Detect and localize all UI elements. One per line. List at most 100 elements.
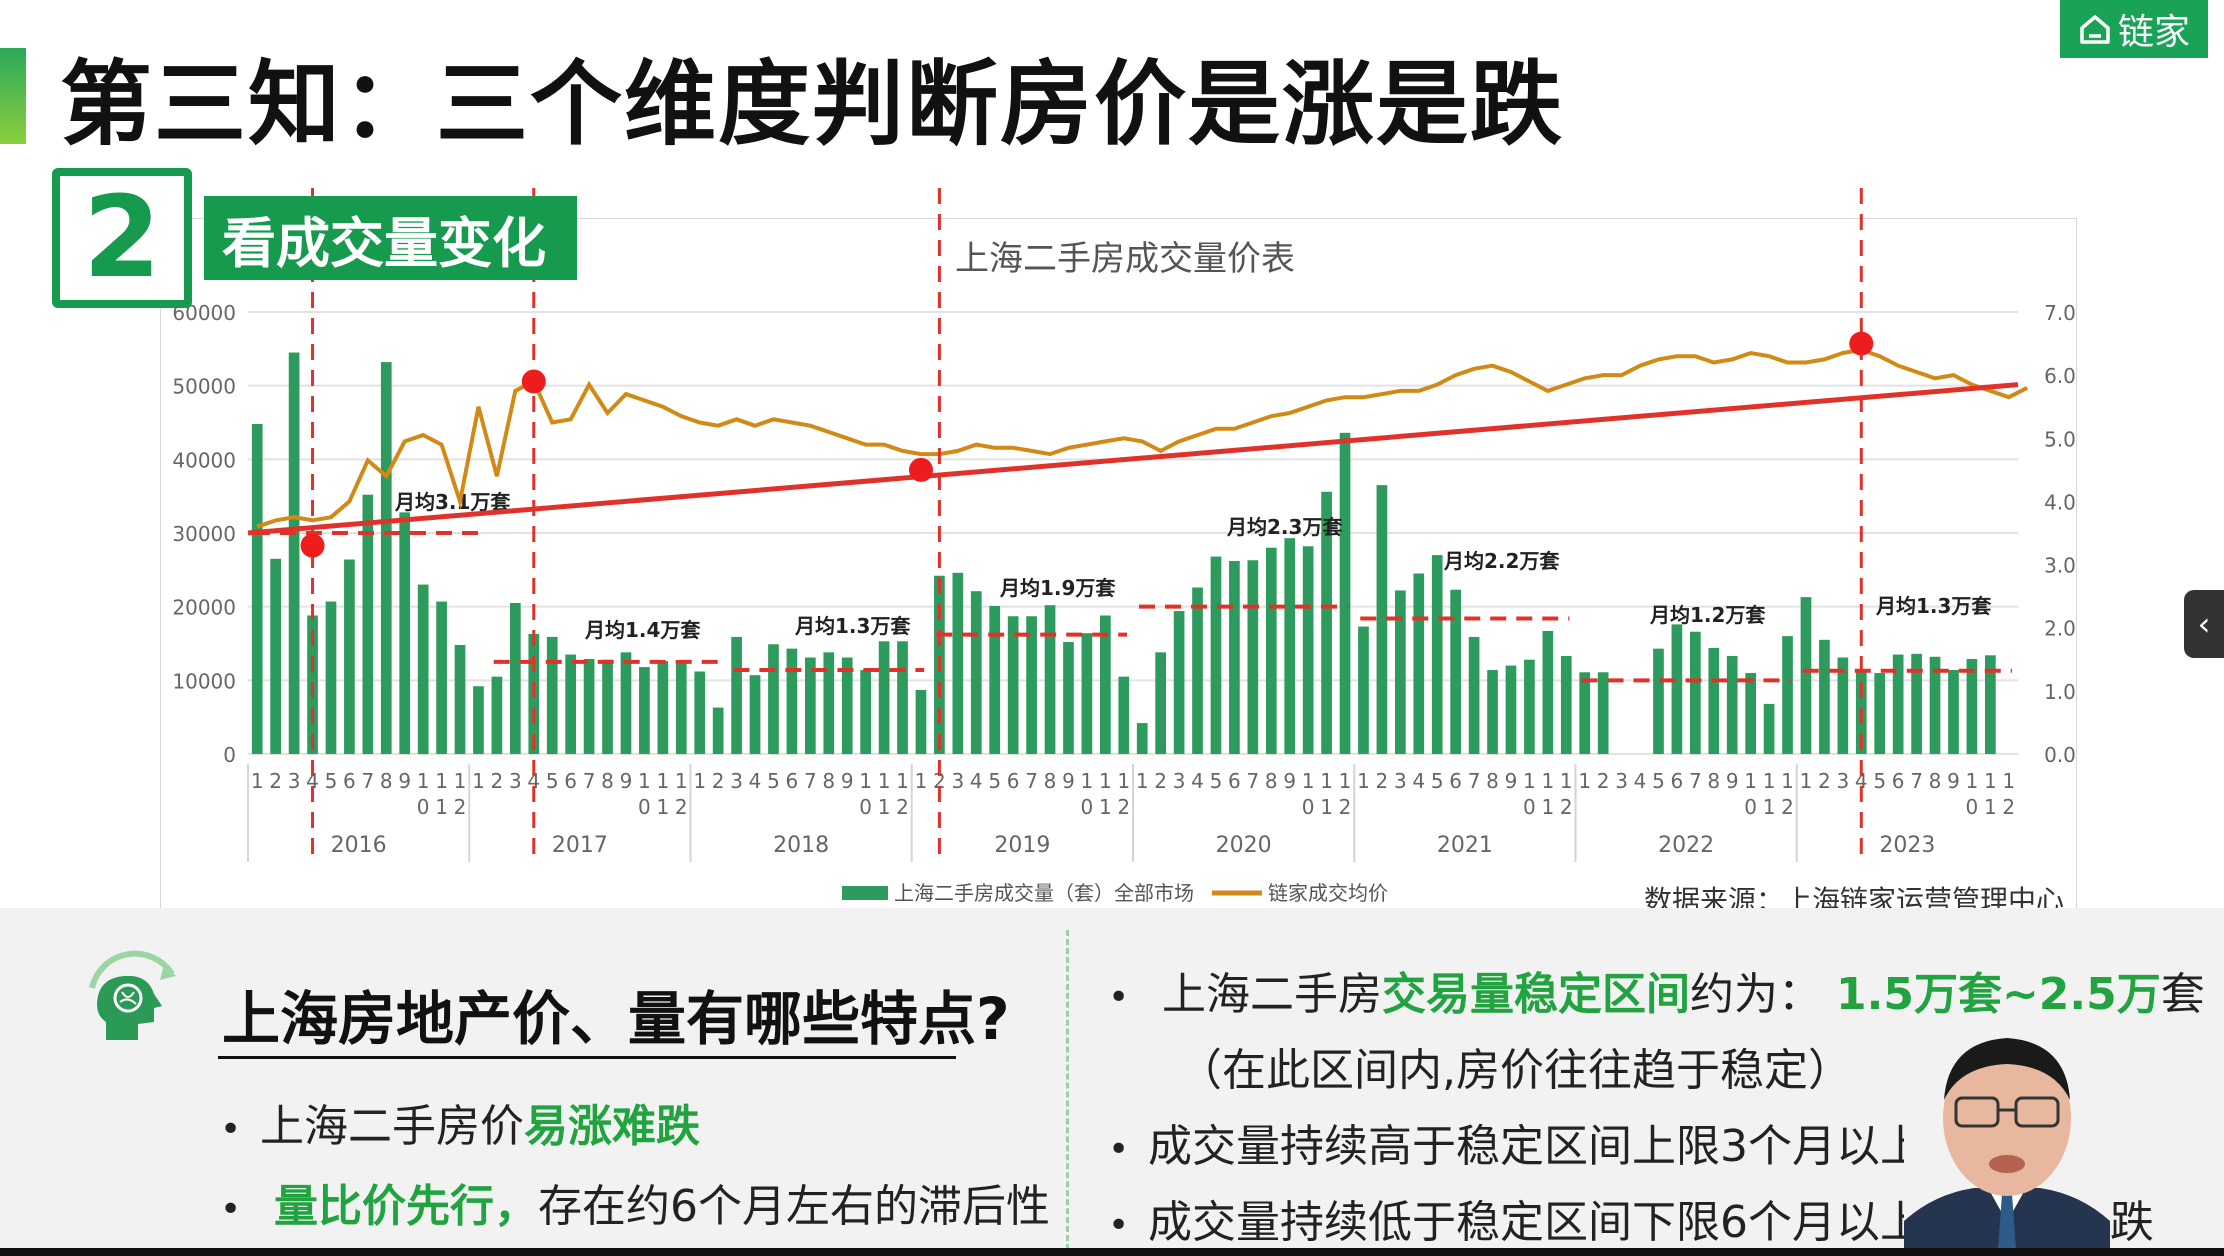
volume-bar [897,641,908,754]
monthly-average-label: 月均1.4万套 [584,618,700,642]
volume-bar [546,636,558,754]
x-month-label: 8 [1707,769,1720,793]
volume-bar [860,670,872,754]
volume-bar [1284,538,1296,754]
volume-bar [1247,560,1259,754]
left-bullet-2: • 量比价先行，存在约6个月左右的滞后性 [220,1181,1050,1232]
x-month-label: 2 [1818,769,1831,793]
presenter-webcam [1904,1016,2110,1256]
volume-bar [1413,573,1425,754]
volume-bar [1671,624,1683,754]
brain-head-icon [89,950,176,1040]
left-bullet-1: • 上海二手房价易涨难跌 [220,1101,700,1152]
volume-bar [1708,647,1720,754]
x-month-label: 1 [1320,795,1333,819]
x-month-label: 1 [1541,769,1554,793]
x-month-label: 1 [915,769,928,793]
x-month-label: 6 [1671,769,1684,793]
x-month-label: 9 [1726,769,1739,793]
y-right-tick-label: 5.0 [2044,427,2076,451]
x-month-label: 3 [288,769,301,793]
x-year-label: 2019 [994,833,1050,858]
x-month-label: 1 [1984,795,1997,819]
y-left-tick-label: 40000 [172,448,236,472]
volume-bar [602,659,613,754]
volume-bar [270,558,282,754]
volume-bar [731,636,742,754]
monthly-average-label: 月均1.3万套 [1875,594,1991,618]
volume-bar [1948,670,1959,754]
x-month-label: 7 [1025,769,1038,793]
x-month-label: 2 [454,795,467,819]
volume-bar [1229,560,1240,754]
volume-bar [1450,589,1462,754]
volume-bar [1487,670,1498,754]
x-year-label: 2016 [331,833,387,858]
volume-bar [399,512,411,754]
y-left-tick-label: 0 [223,743,236,767]
right-bullet-1-note: （在此区间内,房价往往趋于稳定） [1178,1045,1852,1096]
x-month-label: 5 [1652,769,1665,793]
question-heading: 上海房地产价、量有哪些特点? [222,985,1010,1053]
x-month-label: 0 [859,795,872,819]
x-month-label: 1 [675,769,688,793]
x-month-label: 5 [988,769,1001,793]
volume-bar [1007,616,1019,754]
monthly-average-label: 月均1.3万套 [794,614,910,638]
volume-bar [675,663,687,754]
x-month-label: 2 [896,795,909,819]
x-month-label: 1 [896,769,909,793]
volume-bar [1542,630,1554,754]
x-month-label: 8 [822,769,835,793]
volume-bar [620,652,632,754]
x-month-label: 2 [1560,795,1573,819]
y-left-tick-label: 50000 [172,375,236,399]
volume-bar [1745,672,1757,754]
volume-bar [1431,555,1443,754]
x-month-label: 1 [1302,769,1315,793]
x-month-label: 3 [1394,769,1407,793]
y-right-tick-label: 7.0 [2044,301,2076,325]
volume-bar [473,686,484,754]
x-month-label: 4 [1191,769,1204,793]
x-month-label: 2 [1117,795,1130,819]
x-month-label: 7 [804,769,817,793]
volume-bar [509,602,521,754]
x-month-label: 1 [435,795,448,819]
x-month-label: 3 [1615,769,1628,793]
monthly-average-label: 月均2.3万套 [1226,515,1342,539]
x-month-label: 1 [638,769,651,793]
x-month-label: 1 [1966,769,1979,793]
volume-bar [694,671,706,754]
volume-bar [1210,556,1222,754]
volume-bar [1376,485,1388,754]
x-month-label: 5 [1873,769,1886,793]
x-month-label: 5 [767,769,780,793]
x-month-label: 3 [951,769,964,793]
collapse-sidebar-button[interactable]: ‹ [2184,590,2224,658]
x-month-label: 5 [1210,769,1223,793]
x-month-label: 1 [1523,769,1536,793]
x-month-label: 2 [491,769,504,793]
x-month-label: 6 [786,769,799,793]
x-month-label: 6 [1449,769,1462,793]
volume-bar [1966,658,1978,754]
x-month-label: 1 [878,795,891,819]
volume-bar [657,661,669,754]
turning-point-marker [1849,331,1874,356]
x-month-label: 4 [1412,769,1425,793]
x-month-label: 0 [1302,795,1315,819]
x-month-label: 7 [361,769,374,793]
x-month-label: 7 [1246,769,1259,793]
volume-bar [1155,652,1167,754]
x-month-label: 4 [970,769,983,793]
y-right-tick-label: 2.0 [2044,617,2076,641]
volume-bar [878,641,890,754]
volume-bar [288,352,300,754]
x-month-label: 1 [1099,795,1112,819]
volume-bar [565,654,577,754]
volume-bar [823,652,835,754]
x-year-label: 2017 [552,833,608,858]
x-month-label: 1 [1081,769,1094,793]
turning-point-marker [300,533,325,558]
